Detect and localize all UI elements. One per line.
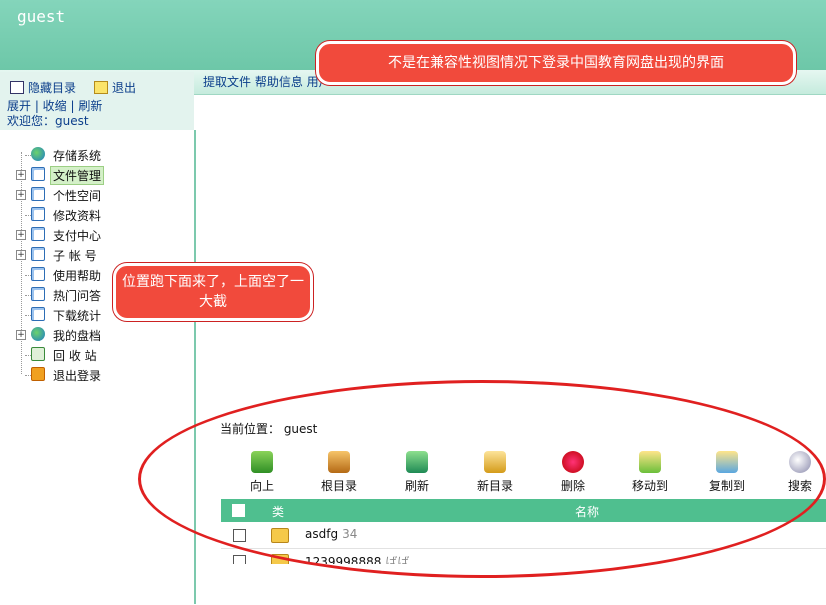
tree-item-label: 存储系统 bbox=[53, 149, 102, 163]
tree-item-label: 文件管理 bbox=[50, 166, 105, 185]
header-username: guest bbox=[17, 7, 66, 26]
document-icon bbox=[31, 247, 45, 261]
callout-top: 不是在兼容性视图情况下登录中国教育网盘出现的界面 bbox=[316, 41, 796, 85]
welcome-text: 欢迎您：guest bbox=[7, 114, 89, 128]
document-icon bbox=[31, 207, 45, 221]
document-icon bbox=[31, 307, 45, 321]
logout-label: 退出 bbox=[112, 81, 137, 95]
logout-icon bbox=[94, 81, 108, 94]
close-icon bbox=[31, 367, 45, 381]
tree-connector-line bbox=[21, 152, 22, 374]
tree-item-label: 回 收 站 bbox=[53, 349, 97, 363]
document-icon bbox=[31, 227, 45, 241]
row-checkbox[interactable] bbox=[233, 555, 246, 564]
globe-icon bbox=[31, 147, 45, 161]
nav-links[interactable]: 提取文件 帮助信息 用户 bbox=[203, 73, 331, 90]
tree-item-label: 退出登录 bbox=[53, 369, 102, 383]
tree-item-label: 子 帐 号 bbox=[53, 249, 97, 263]
tree-item-label: 支付中心 bbox=[53, 229, 102, 243]
document-icon bbox=[31, 267, 45, 281]
expand-toggle-icon[interactable]: + bbox=[16, 190, 26, 200]
expand-toggle-icon[interactable]: + bbox=[16, 230, 26, 240]
tree-item-label: 个性空间 bbox=[53, 189, 102, 203]
document-icon bbox=[31, 167, 45, 181]
document-icon bbox=[31, 287, 45, 301]
tree-item-label: 使用帮助 bbox=[53, 269, 102, 283]
tree-item-label: 下载统计 bbox=[53, 309, 102, 323]
globe-icon bbox=[31, 327, 45, 341]
expand-toggle-icon[interactable]: + bbox=[16, 170, 26, 180]
annotation-ellipse bbox=[138, 380, 826, 578]
tree-item-label: 热门问答 bbox=[53, 289, 102, 303]
document-icon bbox=[31, 187, 45, 201]
hide-directory-button[interactable]: 隐藏目录 bbox=[10, 79, 76, 96]
callout-left: 位置跑下面来了，上面空了一大截 bbox=[113, 263, 313, 321]
hide-directory-label: 隐藏目录 bbox=[28, 81, 77, 95]
expand-toggle-icon[interactable]: + bbox=[16, 250, 26, 260]
tree-item-label: 修改资料 bbox=[53, 209, 102, 223]
expand-toggle-icon[interactable]: + bbox=[16, 330, 26, 340]
logout-button[interactable]: 退出 bbox=[94, 79, 136, 96]
recycle-icon bbox=[31, 347, 45, 361]
tree-item-label: 我的盘档 bbox=[53, 329, 102, 343]
hide-directory-icon bbox=[10, 81, 24, 94]
